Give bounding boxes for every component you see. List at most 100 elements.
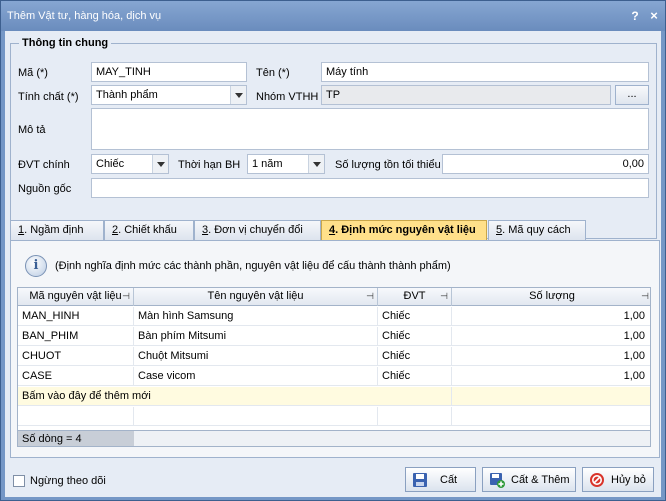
stop-tracking-checkbox[interactable] [13, 475, 25, 487]
cell-dvt[interactable]: Chiếc [378, 307, 452, 326]
ten-label: Tên (*) [256, 67, 290, 79]
tab-don-vi-chuyen-doi[interactable]: 3. Đơn vị chuyển đổi [194, 220, 321, 240]
materials-grid: Mã nguyên vật liệu ⊣ Tên nguyên vật liệu ⊣… [17, 287, 651, 447]
ma-input[interactable]: MAY_TINH [91, 62, 247, 82]
dialog-body: Thông tin chung Mã (*) MAY_TINH Tên (*) … [5, 31, 661, 497]
info-icon: i [25, 255, 47, 277]
column-label: Mã nguyên vật liệu [29, 290, 122, 302]
nhom-label: Nhóm VTHH [256, 91, 319, 103]
general-info-group: Thông tin chung Mã (*) MAY_TINH Tên (*) … [10, 37, 657, 239]
cell-ma[interactable]: BAN_PHIM [18, 327, 134, 346]
window-title: Thêm Vật tư, hàng hóa, dịch vụ [7, 10, 162, 22]
grid-header: Mã nguyên vật liệu ⊣ Tên nguyên vật liệu ⊣… [18, 288, 650, 306]
tab-panel: i (Định nghĩa định mức các thành phần, n… [10, 240, 660, 458]
nhom-browse-button[interactable]: ... [615, 85, 649, 105]
floppy-disk-add-icon [490, 473, 505, 488]
column-label: ĐVT [403, 290, 426, 302]
cell-soluong[interactable]: 1,00 [452, 327, 650, 346]
cell-dvt[interactable]: Chiếc [378, 367, 452, 386]
nguongoc-input[interactable] [91, 178, 649, 198]
tab-chiet-khau[interactable]: 2. Chiết khấu [104, 220, 194, 240]
cell-ma[interactable]: CASE [18, 367, 134, 386]
new-row[interactable]: Bấm vào đây để thêm mới [18, 387, 650, 406]
tinhchat-label: Tính chất (*) [18, 91, 79, 103]
cancel-button[interactable]: Hủy bỏ [582, 467, 654, 492]
tab-label: . Chiết khấu [118, 224, 177, 236]
column-header[interactable]: Mã nguyên vật liệu ⊣ [18, 288, 134, 306]
pin-icon[interactable]: ⊣ [440, 288, 448, 305]
tab-label: . Mã quy cách [502, 224, 571, 236]
cancel-icon [590, 473, 604, 487]
tab-label: . Đơn vị chuyển đổi [208, 224, 303, 236]
mota-textarea[interactable] [91, 108, 649, 150]
chevron-down-icon[interactable] [308, 155, 324, 173]
tinhchat-value: Thành phẩm [96, 89, 158, 101]
table-row[interactable]: CASE Case vicom Chiếc 1,00 [18, 367, 650, 386]
mota-label: Mô tả [18, 124, 46, 136]
thoihan-label: Thời hạn BH [178, 159, 241, 171]
tab-dinh-muc-nguyen-vat-lieu[interactable]: 4. Định mức nguyên vật liệu [321, 220, 487, 241]
cell-dvt[interactable]: Chiếc [378, 327, 452, 346]
title-bar: Thêm Vật tư, hàng hóa, dịch vụ ? × [1, 1, 665, 31]
dialog-window: Thêm Vật tư, hàng hóa, dịch vụ ? × Thông… [0, 0, 666, 501]
close-icon[interactable]: × [648, 8, 660, 23]
floppy-disk-icon [413, 473, 427, 487]
save-and-new-label: Cất & Thêm [511, 474, 570, 486]
pin-icon[interactable]: ⊣ [122, 288, 130, 305]
cell-ma[interactable]: CHUOT [18, 347, 134, 366]
stop-tracking-label: Ngừng theo dõi [30, 475, 106, 487]
cell-ten[interactable]: Chuột Mitsumi [134, 347, 378, 366]
thoihan-combo[interactable]: 1 năm [247, 154, 325, 174]
ten-input[interactable]: Máy tính [321, 62, 649, 82]
tab-label: . Ngầm định [24, 224, 84, 236]
cell-soluong[interactable]: 1,00 [452, 367, 650, 386]
cell-ten[interactable]: Bàn phím Mitsumi [134, 327, 378, 346]
cell-ma[interactable]: MAN_HINH [18, 307, 134, 326]
info-text: (Định nghĩa định mức các thành phần, ngu… [55, 260, 451, 272]
tab-strip: 1. Ngầm định 2. Chiết khấu 3. Đơn vị chu… [10, 220, 660, 241]
dvt-value: Chiếc [96, 158, 125, 170]
soluong-input[interactable]: 0,00 [442, 154, 649, 174]
cell-soluong[interactable]: 1,00 [452, 307, 650, 326]
soluong-label: Số lượng tồn tối thiểu [335, 159, 441, 171]
row-count: Số dòng = 4 [18, 431, 134, 446]
table-row[interactable]: BAN_PHIM Bàn phím Mitsumi Chiếc 1,00 [18, 327, 650, 346]
tinhchat-combo[interactable]: Thành phẩm [91, 85, 247, 105]
new-row-text[interactable]: Bấm vào đây để thêm mới [18, 387, 378, 406]
help-icon[interactable]: ? [629, 9, 641, 23]
cell-ten[interactable]: Case vicom [134, 367, 378, 386]
nguongoc-label: Nguồn gốc [18, 183, 72, 195]
cell-dvt[interactable]: Chiếc [378, 347, 452, 366]
new-row-cell[interactable] [452, 387, 650, 406]
table-row[interactable]: CHUOT Chuột Mitsumi Chiếc 1,00 [18, 347, 650, 366]
column-header[interactable]: ĐVT ⊣ [378, 288, 452, 306]
column-label: Tên nguyên vật liệu [207, 290, 304, 302]
save-button[interactable]: Cất [405, 467, 476, 492]
pin-icon[interactable]: ⊣ [366, 288, 374, 305]
empty-cell [134, 407, 378, 426]
empty-cell [18, 407, 134, 426]
dvt-combo[interactable]: Chiếc [91, 154, 169, 174]
grid-footer: Số dòng = 4 [18, 430, 650, 446]
table-row[interactable]: MAN_HINH Màn hình Samsung Chiếc 1,00 [18, 307, 650, 326]
ma-label: Mã (*) [18, 67, 48, 79]
chevron-down-icon[interactable] [152, 155, 168, 173]
tab-label: . Định mức nguyên vật liệu [335, 224, 476, 236]
save-and-new-button[interactable]: Cất & Thêm [482, 467, 576, 492]
save-label: Cất [440, 474, 458, 486]
nhom-input[interactable]: TP [321, 85, 611, 105]
cell-soluong[interactable]: 1,00 [452, 347, 650, 366]
cancel-label: Hủy bỏ [611, 474, 646, 486]
column-header[interactable]: Số lượng ⊣ [452, 288, 650, 306]
tab-ma-quy-cach[interactable]: 5. Mã quy cách [488, 220, 586, 240]
dvt-label: ĐVT chính [18, 159, 70, 171]
empty-row [18, 407, 650, 426]
chevron-down-icon[interactable] [230, 86, 246, 104]
cell-ten[interactable]: Màn hình Samsung [134, 307, 378, 326]
new-row-cell[interactable] [378, 387, 452, 406]
thoihan-value: 1 năm [252, 158, 283, 170]
pin-icon[interactable]: ⊣ [641, 288, 649, 305]
column-header[interactable]: Tên nguyên vật liệu ⊣ [134, 288, 378, 306]
tab-ngam-dinh[interactable]: 1. Ngầm định [10, 220, 104, 240]
column-label: Số lượng [529, 290, 575, 302]
